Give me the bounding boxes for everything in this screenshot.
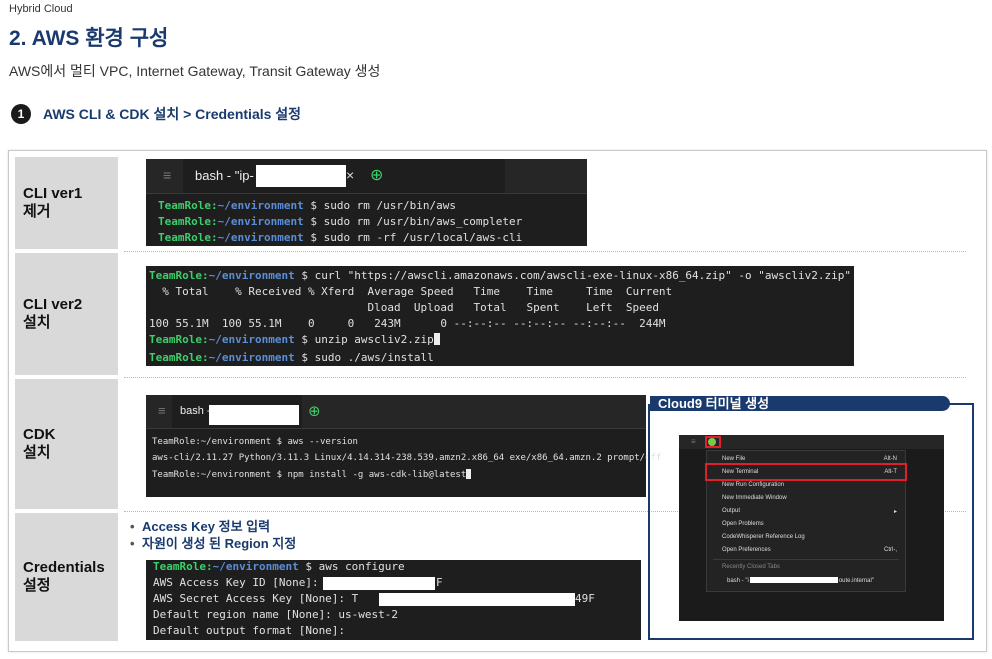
terminal-line: TeamRole:~/environment $ sudo rm /usr/bi… <box>158 199 457 212</box>
terminal-line: % Total % Received % Xferd Average Speed… <box>149 285 673 298</box>
step-heading: 1 AWS CLI & CDK 설치 > Credentials 설정 <box>11 104 301 124</box>
menu-icon[interactable]: ≡ <box>158 403 166 418</box>
row-label-line: 제거 <box>23 203 51 220</box>
row-label-cdk: CDK 설치 <box>15 379 118 509</box>
cloud9-callout-title: Cloud9 터미널 생성 <box>650 396 950 411</box>
page-subtitle: AWS에서 멀티 VPC, Internet Gateway, Transit … <box>9 63 381 79</box>
menu-item-new-file[interactable]: New File Alt-N <box>722 456 897 462</box>
redaction-box <box>749 577 838 583</box>
terminal-line: TeamRole:~/environment $ unzip awscliv2.… <box>149 333 440 346</box>
menu-icon[interactable]: ≡ <box>691 437 696 446</box>
menu-section-recent: Recently Closed Tabs <box>722 564 780 570</box>
row-label-line: 설치 <box>23 444 51 461</box>
redaction-box <box>256 165 346 187</box>
row-label-line: Credentials <box>23 559 105 576</box>
terminal-line: AWS Access Key ID [None]: A <box>153 576 332 589</box>
terminal-line: TeamRole:~/environment $ aws --version <box>152 437 358 447</box>
row-divider <box>124 377 966 378</box>
terminal-line: Default output format [None]: <box>153 624 346 637</box>
row-label-cli-v1: CLI ver1 제거 <box>15 157 118 249</box>
menu-item-recent-tab[interactable]: bash - "i oute.internal" <box>727 577 897 584</box>
row-label-line: 설치 <box>23 314 51 331</box>
menu-item-open-problems[interactable]: Open Problems <box>722 521 897 527</box>
new-terminal-highlight <box>705 463 907 481</box>
add-tab-icon[interactable] <box>708 438 716 446</box>
terminal-line: F <box>436 576 443 589</box>
terminal-line: TeamRole:~/environment $ aws configure <box>153 560 405 573</box>
row-label-credentials: Credentials 설정 <box>15 513 118 641</box>
cursor <box>466 469 472 479</box>
redaction-box <box>323 577 435 590</box>
menu-divider <box>713 559 899 560</box>
row-divider <box>124 251 966 252</box>
terminal-line: TeamRole:~/environment $ sudo ./aws/inst… <box>149 351 434 364</box>
terminal-line: 100 55.1M 100 55.1M 0 0 243M 0 --:--:-- … <box>149 317 666 330</box>
add-tab-icon[interactable]: ⊕ <box>308 402 321 420</box>
brand-label: Hybrid Cloud <box>9 3 73 15</box>
row-label-line: CLI ver1 <box>23 185 83 202</box>
row-label-cli-v2: CLI ver2 설치 <box>15 253 118 375</box>
cursor <box>433 333 440 345</box>
menu-item-output[interactable]: Output ▸ <box>722 508 897 515</box>
terminal-line: Default region name [None]: us-west-2 <box>153 608 399 621</box>
step-number-badge: 1 <box>11 104 31 124</box>
menu-item-open-preferences[interactable]: Open Preferences Ctrl-, <box>722 547 897 553</box>
row-label-line: 설정 <box>23 577 51 594</box>
redaction-box <box>379 593 575 606</box>
terminal-tab-bar: ≡ bash - ⊕ <box>146 395 646 429</box>
terminal-line: aws-cli/2.11.27 Python/3.11.3 Linux/4.14… <box>152 453 662 463</box>
terminal-tab-bar: ≡ bash - "ip- × ⊕ <box>146 159 587 194</box>
menu-icon[interactable]: ≡ <box>163 167 171 183</box>
terminal-line: AWS Secret Access Key [None]: T <box>153 592 359 605</box>
terminal-line: TeamRole:~/environment $ sudo rm /usr/bi… <box>158 215 523 228</box>
terminal-cli-v2-install: TeamRole:~/environment $ curl "https://a… <box>146 266 854 366</box>
add-tab-icon[interactable]: ⊕ <box>370 165 383 185</box>
redaction-box <box>209 405 299 425</box>
terminal-line: TeamRole:~/environment $ sudo rm -rf /us… <box>158 231 523 244</box>
close-icon[interactable]: × <box>346 167 354 183</box>
terminal-tab[interactable]: bash - "ip- × <box>183 159 505 193</box>
callout-connector <box>948 403 974 405</box>
terminal-line: 49F <box>575 592 595 605</box>
step-label: AWS CLI & CDK 설치 > Credentials 설정 <box>43 106 302 122</box>
terminal-tab-label: bash - "ip- <box>195 168 254 183</box>
terminal-tab-label: bash - <box>180 405 211 417</box>
terminal-line: TeamRole:~/environment $ curl "https://a… <box>149 269 852 282</box>
terminal-cdk-install: ≡ bash - ⊕ TeamRole:~/environment $ aws … <box>146 395 661 497</box>
menu-item-new-immediate-window[interactable]: New Immediate Window <box>722 495 897 501</box>
row-label-line: CLI ver2 <box>23 296 83 313</box>
terminal-line: TeamRole:~/environment $ npm install -g … <box>152 469 472 480</box>
page-title: 2. AWS 환경 구성 <box>9 27 169 50</box>
menu-item-new-run-config[interactable]: New Run Configuration <box>722 482 897 488</box>
terminal-tab[interactable]: bash - <box>172 395 302 428</box>
row-label-line: CDK <box>23 426 56 443</box>
terminal-cli-v1-remove: ≡ bash - "ip- × ⊕ TeamRole:~/environment… <box>146 159 587 246</box>
menu-item-codewhisperer-log[interactable]: CodeWhisperer Reference Log <box>722 534 897 540</box>
terminal-line: Dload Upload Total Spent Left Speed <box>149 301 659 314</box>
terminal-aws-configure: TeamRole:~/environment $ aws configure A… <box>146 560 641 640</box>
credentials-bullet: • 자원이 생성 된 Region 지정 <box>130 536 297 551</box>
